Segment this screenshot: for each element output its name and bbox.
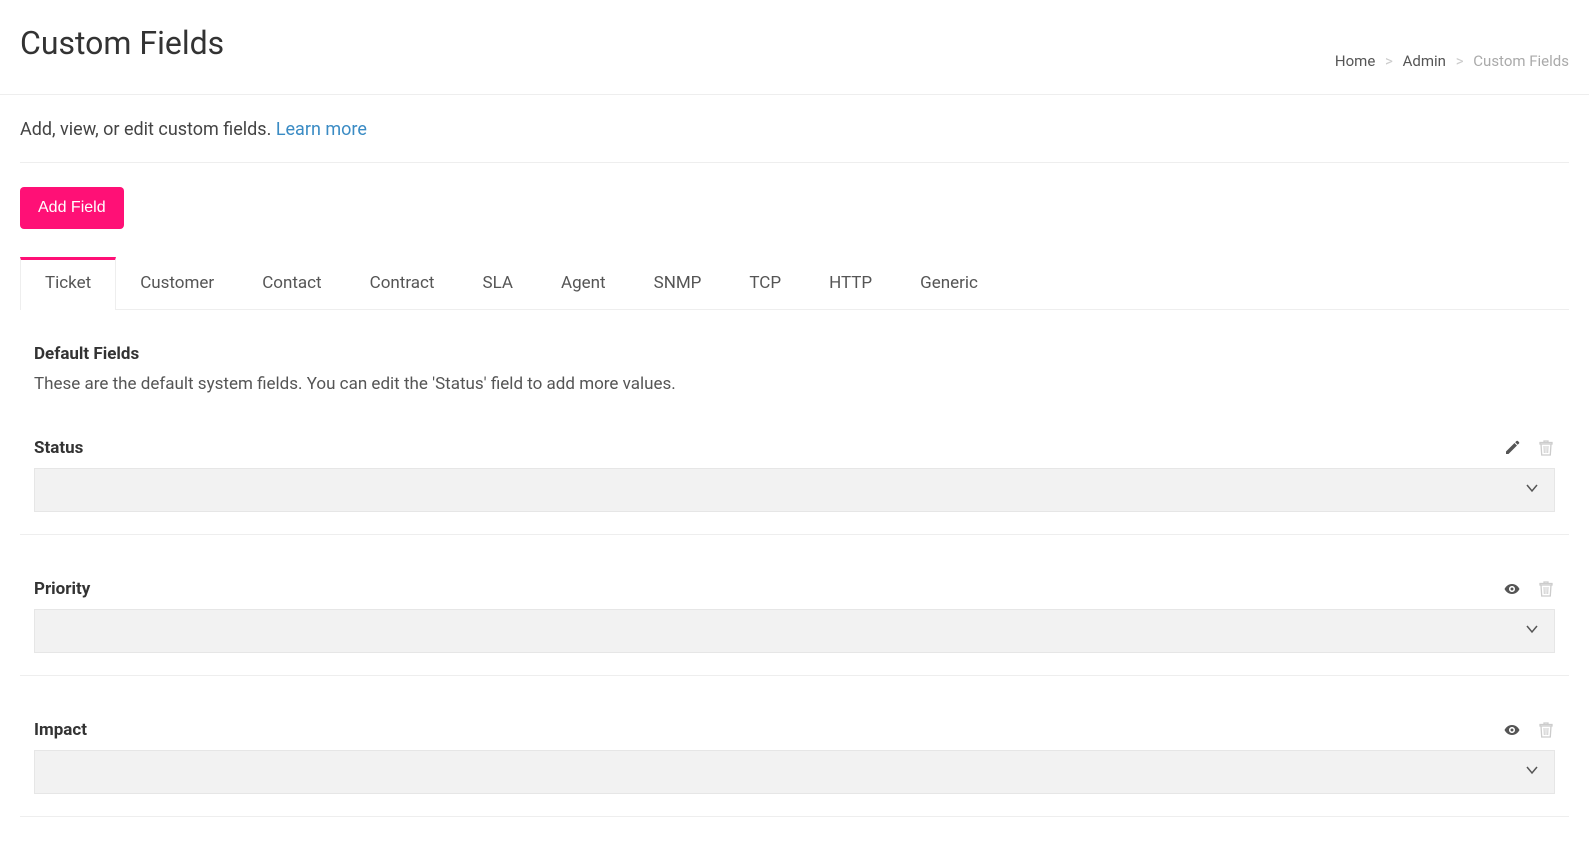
tab-customer[interactable]: Customer xyxy=(116,257,238,309)
page-title: Custom Fields xyxy=(20,24,224,62)
tab-contract[interactable]: Contract xyxy=(346,257,459,309)
field-header: Priority xyxy=(34,579,1555,599)
field-block: Status xyxy=(20,438,1569,535)
intro-text-row: Add, view, or edit custom fields. Learn … xyxy=(20,119,1569,163)
tab-sla[interactable]: SLA xyxy=(458,257,537,309)
tabs: TicketCustomerContactContractSLAAgentSNM… xyxy=(20,257,1569,310)
field-header: Status xyxy=(34,438,1555,458)
view-icon[interactable] xyxy=(1503,580,1521,598)
intro-text: Add, view, or edit custom fields. xyxy=(20,119,276,140)
field-actions xyxy=(1503,439,1555,457)
section-description: These are the default system fields. You… xyxy=(34,374,1555,394)
tab-http[interactable]: HTTP xyxy=(805,257,896,309)
delete-icon xyxy=(1537,580,1555,598)
breadcrumb-home[interactable]: Home xyxy=(1335,52,1375,70)
field-label: Priority xyxy=(34,579,90,599)
tab-ticket[interactable]: Ticket xyxy=(20,257,116,310)
delete-icon xyxy=(1537,439,1555,457)
field-actions xyxy=(1503,721,1555,739)
default-fields-section: Default Fields These are the default sys… xyxy=(20,310,1569,394)
page-header: Custom Fields Home > Admin > Custom Fiel… xyxy=(0,0,1589,95)
learn-more-link[interactable]: Learn more xyxy=(276,119,367,140)
breadcrumb-current: Custom Fields xyxy=(1473,52,1569,70)
field-header: Impact xyxy=(34,720,1555,740)
tab-tcp[interactable]: TCP xyxy=(725,257,805,309)
chevron-down-icon xyxy=(1524,621,1540,641)
tab-contact[interactable]: Contact xyxy=(238,257,345,309)
chevron-down-icon xyxy=(1524,480,1540,500)
add-field-button[interactable]: Add Field xyxy=(20,187,124,229)
breadcrumb-sep: > xyxy=(1456,52,1464,70)
tab-generic[interactable]: Generic xyxy=(896,257,1002,309)
field-block: Priority xyxy=(20,579,1569,676)
tab-snmp[interactable]: SNMP xyxy=(630,257,726,309)
field-dropdown[interactable] xyxy=(34,750,1555,794)
tab-agent[interactable]: Agent xyxy=(537,257,630,309)
section-title: Default Fields xyxy=(34,344,1555,364)
delete-icon xyxy=(1537,721,1555,739)
field-label: Status xyxy=(34,438,83,458)
breadcrumb: Home > Admin > Custom Fields xyxy=(1335,52,1569,70)
field-dropdown[interactable] xyxy=(34,468,1555,512)
breadcrumb-sep: > xyxy=(1385,52,1393,70)
field-actions xyxy=(1503,580,1555,598)
breadcrumb-admin[interactable]: Admin xyxy=(1403,52,1446,70)
view-icon[interactable] xyxy=(1503,721,1521,739)
field-dropdown[interactable] xyxy=(34,609,1555,653)
field-block: Impact xyxy=(20,720,1569,817)
field-label: Impact xyxy=(34,720,87,740)
chevron-down-icon xyxy=(1524,762,1540,782)
edit-icon[interactable] xyxy=(1503,439,1521,457)
